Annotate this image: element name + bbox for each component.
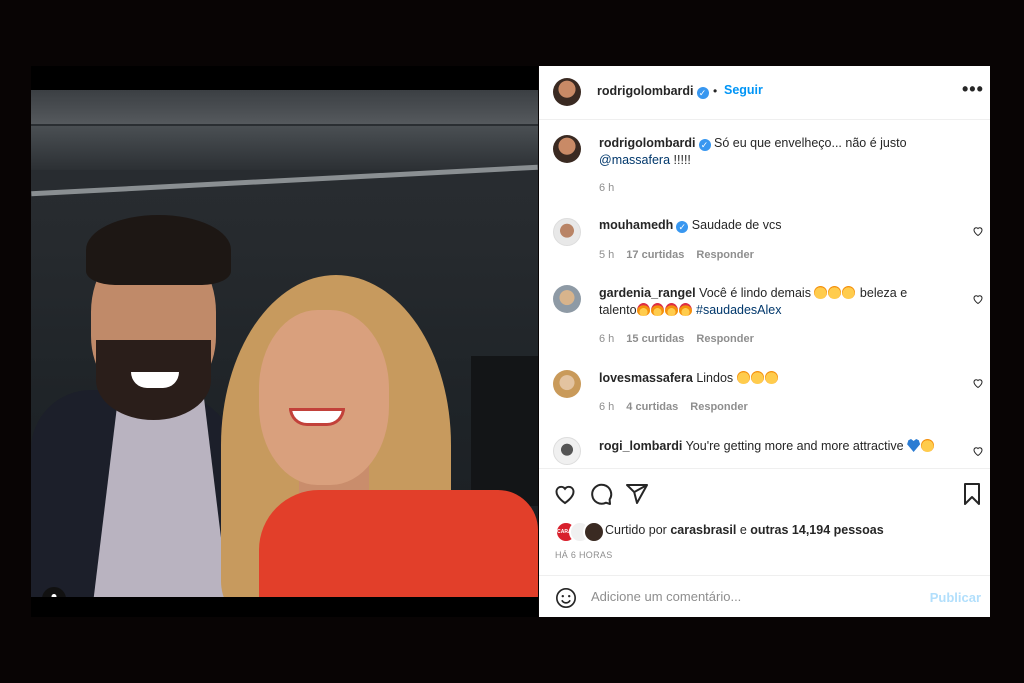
comment-username[interactable]: rogi_lombardi [599, 439, 682, 453]
follow-button[interactable]: Seguir [724, 83, 763, 97]
comment-likes[interactable]: 17 curtidas [626, 249, 684, 261]
reply-button[interactable]: Responder [690, 401, 747, 413]
caption-avatar[interactable] [553, 135, 581, 163]
comment-likes[interactable]: 4 curtidas [626, 401, 678, 413]
heart-icon[interactable] [553, 482, 577, 506]
post-photo[interactable] [31, 66, 538, 617]
post-time-ago[interactable]: HÁ 6 HORAS [555, 550, 613, 560]
fire-emoji [664, 303, 678, 316]
speaker [471, 356, 538, 506]
likes-summary[interactable]: Curtido por carasbrasil e outras 14,194 … [605, 523, 884, 537]
star-eyes-emoji [842, 286, 856, 299]
heart-icon[interactable] [972, 445, 984, 457]
post-actions: CARAS Curtido por carasbrasil e outras 1… [539, 468, 990, 618]
hashtag-link[interactable]: #saudadesAlex [696, 303, 781, 317]
verified-icon: ✓ [696, 87, 709, 99]
more-icon[interactable]: ••• [962, 79, 984, 100]
comment-body-3: talento [599, 303, 637, 317]
caption-suffix: !!!!! [670, 153, 691, 167]
comment-username[interactable]: gardenia_rangel [599, 286, 696, 300]
comment-body: Saudade de vcs [691, 218, 782, 232]
star-eyes-emoji [736, 371, 750, 384]
verified-icon: ✓ [676, 221, 689, 233]
comment-time[interactable]: 5 h [599, 249, 614, 261]
ceiling-rig [31, 90, 538, 124]
comment-avatar[interactable] [553, 437, 581, 465]
comment-meta: 5 h 17 curtidas Responder [599, 249, 766, 261]
add-comment-bar: Publicar [539, 575, 990, 619]
caption-meta: 6 h [599, 182, 626, 194]
fire-emoji [650, 303, 664, 316]
comment-text: gardenia_rangel Você é lindo demais bele… [599, 285, 959, 319]
comment-username[interactable]: lovesmassafera [599, 371, 693, 385]
comment-input[interactable] [589, 588, 913, 605]
star-eyes-emoji [921, 439, 935, 452]
comment-meta: 6 h 15 curtidas Responder [599, 333, 766, 345]
star-eyes-emoji [750, 371, 764, 384]
photo-scene [31, 90, 538, 597]
comment-icon[interactable] [589, 482, 613, 506]
author-avatar[interactable] [553, 78, 581, 106]
heart-icon[interactable] [972, 225, 984, 237]
heart-icon[interactable] [972, 377, 984, 389]
comment-meta: 6 h 4 curtidas Responder [599, 401, 760, 413]
comment-avatar[interactable] [553, 218, 581, 246]
caption-username[interactable]: rodrigolombardi [599, 136, 696, 150]
comment-time[interactable]: 6 h [599, 401, 614, 413]
post-header: rodrigolombardi ✓ • Seguir ••• [539, 66, 990, 120]
fire-emoji [636, 303, 650, 316]
comment-text: mouhamedh ✓ Saudade de vcs [599, 217, 959, 234]
reply-button[interactable]: Responder [696, 249, 753, 261]
likes-prefix: Curtido por [605, 523, 671, 537]
reply-button[interactable]: Responder [696, 333, 753, 345]
comment-body: You're getting more and more attractive [685, 439, 904, 453]
comment-likes[interactable]: 15 curtidas [626, 333, 684, 345]
heart-icon[interactable] [972, 293, 984, 305]
publish-button[interactable]: Publicar [930, 590, 981, 605]
star-eyes-emoji [814, 286, 828, 299]
star-eyes-emoji [828, 286, 842, 299]
comment-time[interactable]: 6 h [599, 333, 614, 345]
post-side-panel: rodrigolombardi ✓ • Seguir ••• rodrigolom… [539, 66, 990, 617]
likes-user[interactable]: carasbrasil [670, 523, 736, 537]
man-hair [86, 215, 231, 285]
separator-dot: • [713, 84, 718, 98]
caption-text: Só eu que envelheço... não é justo [714, 136, 907, 150]
emoji-icon[interactable] [555, 587, 577, 609]
comment-text: lovesmassafera Lindos [599, 370, 959, 387]
comment-body: Você é lindo demais [699, 286, 811, 300]
bookmark-icon[interactable] [960, 482, 984, 506]
share-icon[interactable] [625, 482, 649, 506]
fire-emoji [678, 303, 692, 316]
comment-body-2: beleza e [859, 286, 908, 300]
comment-body: Lindos [696, 371, 734, 385]
woman-face [259, 310, 389, 485]
ceiling-rig-lower [31, 126, 538, 170]
caption-mention[interactable]: @massafera [599, 153, 670, 167]
verified-icon: ✓ [698, 139, 711, 151]
caption-time[interactable]: 6 h [599, 182, 614, 194]
comment-avatar[interactable] [553, 370, 581, 398]
liker-avatar[interactable] [583, 521, 605, 543]
comment-avatar[interactable] [553, 285, 581, 313]
blue-heart-emoji [907, 439, 921, 452]
woman-dress [259, 490, 538, 597]
caption: rodrigolombardi ✓ Só eu que envelheço... … [599, 135, 959, 169]
star-eyes-emoji [764, 371, 778, 384]
likes-middle: e [736, 523, 751, 537]
comment-username[interactable]: mouhamedh [599, 218, 673, 232]
comment-text: rogi_lombardi You're getting more and mo… [599, 438, 969, 455]
likes-others[interactable]: outras 14,194 pessoas [750, 523, 883, 537]
author-username[interactable]: rodrigolombardi ✓ [597, 84, 709, 99]
